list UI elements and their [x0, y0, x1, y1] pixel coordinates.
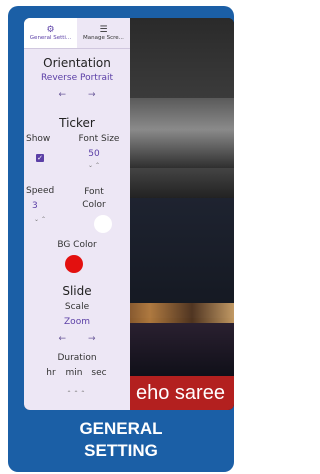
scale-label: Scale: [64, 302, 90, 312]
ticker-preview: eho saree: [130, 376, 234, 410]
tab-bar: ⚙ General Setti... ☰ Manage Scre...: [24, 18, 130, 49]
caption: GENERAL SETTING: [79, 419, 163, 460]
speed-stepper-icon[interactable]: ⌄ ⌃: [28, 216, 52, 223]
duration-stepper-icon[interactable]: ⌃ ⌃ ⌃: [44, 390, 108, 397]
orientation-title: Orientation: [43, 56, 111, 70]
scale-prev-button[interactable]: ←: [58, 334, 66, 344]
gear-icon: ⚙: [46, 25, 55, 35]
font-size-value[interactable]: 50: [82, 149, 106, 159]
orientation-prev-button[interactable]: ←: [58, 90, 66, 100]
tab-general-settings[interactable]: ⚙ General Setti...: [24, 18, 77, 48]
screens-icon: ☰: [99, 25, 108, 35]
duration-sec-label: sec: [91, 368, 107, 378]
ticker-show-label: Show: [26, 134, 51, 144]
duration-label: Duration: [57, 353, 97, 363]
font-color-label: Font Color: [82, 187, 106, 210]
speed-label: Speed: [26, 186, 55, 196]
font-size-stepper-icon[interactable]: ⌄ ⌃: [82, 162, 106, 169]
bg-color-label: BG Color: [57, 240, 97, 250]
speed-value[interactable]: 3: [32, 201, 52, 211]
tab-manage-screens[interactable]: ☰ Manage Scre...: [77, 18, 130, 48]
bg-color-swatch[interactable]: [65, 255, 83, 273]
font-color-swatch[interactable]: [94, 215, 112, 233]
tab-label: General Setti...: [29, 35, 72, 41]
phone-screen: eho saree ⚙ General Setti... ☰ Manage Sc…: [24, 18, 234, 410]
ticker-show-checkbox[interactable]: ✓: [36, 154, 44, 162]
feature-card: eho saree ⚙ General Setti... ☰ Manage Sc…: [8, 6, 234, 472]
scale-next-button[interactable]: →: [88, 334, 96, 344]
duration-hr-label: hr: [46, 368, 56, 378]
orientation-value: Reverse Portrait: [40, 73, 114, 83]
orientation-next-button[interactable]: →: [88, 90, 96, 100]
font-size-label: Font Size: [78, 134, 120, 144]
tab-label: Manage Scre...: [83, 35, 124, 41]
slide-title: Slide: [62, 284, 92, 298]
settings-panel: ⚙ General Setti... ☰ Manage Scre... Orie…: [24, 18, 130, 410]
scale-value[interactable]: Zoom: [24, 317, 130, 327]
duration-min-label: min: [65, 368, 83, 378]
ticker-title: Ticker: [59, 116, 95, 130]
